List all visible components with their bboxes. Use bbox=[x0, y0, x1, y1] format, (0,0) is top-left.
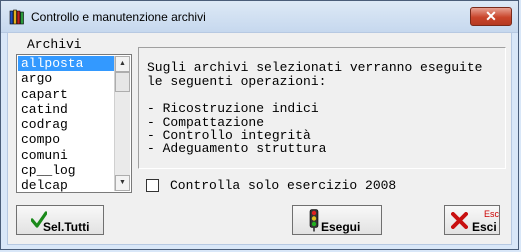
arrow-up-icon: ▲ bbox=[119, 60, 126, 67]
sel-tutti-label: Sel.Tutti bbox=[43, 220, 90, 234]
close-icon: ✕ bbox=[485, 8, 497, 24]
archivi-list: allposta argo capart catind codrag compo… bbox=[18, 56, 114, 194]
list-item[interactable]: compo bbox=[18, 132, 114, 147]
scroll-up-button[interactable]: ▲ bbox=[115, 56, 130, 72]
traffic-light-icon bbox=[309, 209, 319, 232]
list-scrollbar[interactable]: ▲ ▼ bbox=[114, 56, 130, 191]
list-item[interactable]: capart bbox=[18, 87, 114, 102]
title-bar[interactable]: Controllo e manutenzione archivi ✕ bbox=[1, 1, 518, 33]
list-item[interactable]: comuni bbox=[18, 148, 114, 163]
esercizio-checkbox-label[interactable]: Controlla solo esercizio 2008 bbox=[170, 178, 396, 193]
list-item[interactable]: cp__log bbox=[18, 163, 114, 178]
esercizio-checkbox[interactable] bbox=[146, 179, 159, 192]
info-panel: Sugli archivi selezionati verranno esegu… bbox=[138, 47, 506, 169]
scroll-down-button[interactable]: ▼ bbox=[115, 175, 130, 191]
scroll-thumb[interactable] bbox=[115, 72, 130, 92]
arrow-down-icon: ▼ bbox=[119, 179, 126, 186]
esc-shortcut-label: Esc bbox=[484, 209, 500, 219]
esegui-button[interactable]: Esegui bbox=[292, 205, 382, 235]
esegui-label: Esegui bbox=[321, 220, 361, 234]
list-item[interactable]: catind bbox=[18, 102, 114, 117]
list-item[interactable]: argo bbox=[18, 71, 114, 86]
close-button[interactable]: ✕ bbox=[470, 7, 512, 26]
list-item[interactable]: delcap bbox=[18, 178, 114, 193]
sel-tutti-button[interactable]: Sel.Tutti bbox=[16, 205, 104, 235]
list-item[interactable]: allposta bbox=[18, 56, 114, 72]
esci-button[interactable]: Esc Esci bbox=[444, 205, 500, 235]
operation-item: - Adeguamento struttura bbox=[147, 141, 327, 156]
archive-books-icon bbox=[9, 9, 24, 25]
info-text-line: Sugli archivi selezionati verranno esegu… bbox=[147, 60, 483, 75]
archivi-listbox[interactable]: allposta argo capart catind codrag compo… bbox=[16, 54, 132, 193]
info-text-line: le seguenti operazioni: bbox=[147, 74, 327, 89]
esci-label: Esci bbox=[472, 220, 497, 234]
operation-item: - Ricostruzione indici bbox=[147, 101, 319, 116]
archivi-label: Archivi bbox=[27, 37, 82, 52]
main-window: Controllo e manutenzione archivi ✕ Archi… bbox=[0, 0, 519, 250]
list-item[interactable]: codrag bbox=[18, 117, 114, 132]
window-title: Controllo e manutenzione archivi bbox=[31, 10, 206, 24]
red-x-icon bbox=[451, 212, 468, 229]
